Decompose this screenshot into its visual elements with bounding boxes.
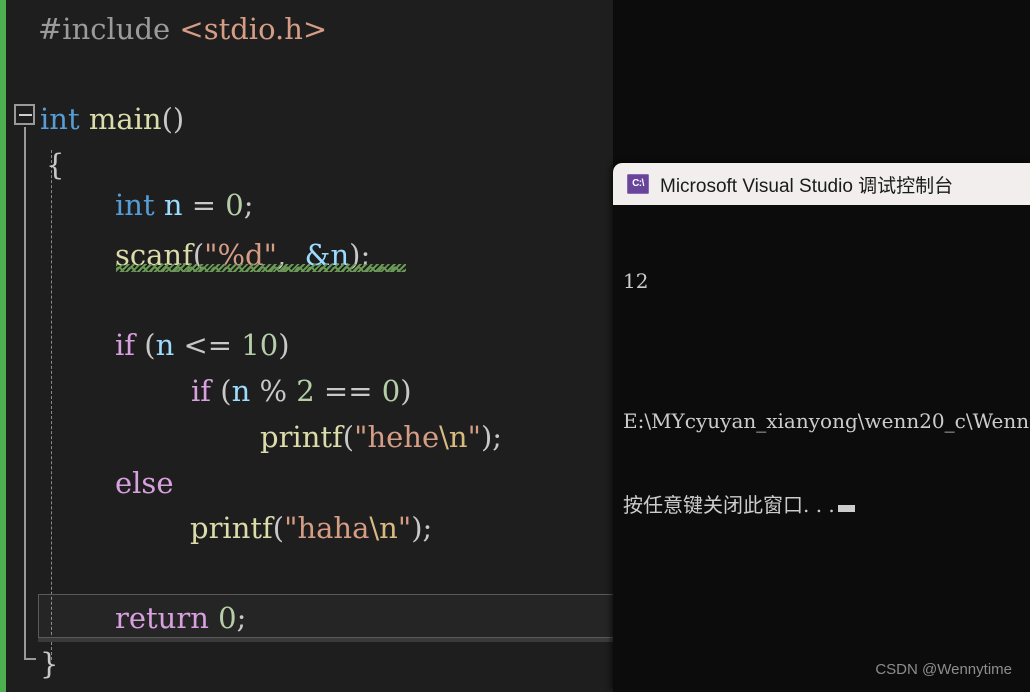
token-paren-open: ( bbox=[342, 420, 355, 454]
token-fn-printf: printf bbox=[190, 511, 273, 545]
token-num-ten: 10 bbox=[241, 328, 279, 362]
token-include-header: <stdio.h> bbox=[179, 12, 328, 46]
token-paren-close: ) bbox=[480, 420, 493, 454]
token-kw-int: int bbox=[115, 188, 155, 222]
code-line-main[interactable]: int main() bbox=[40, 96, 184, 142]
indent-guide bbox=[51, 150, 52, 660]
token-brace-open: { bbox=[46, 148, 65, 182]
token-esc-newline: \n bbox=[439, 420, 468, 454]
unsaved-changes-bar bbox=[0, 0, 6, 692]
token-paren-open: ( bbox=[272, 511, 285, 545]
debug-console-window[interactable]: C:\ Microsoft Visual Studio 调试控制台 12 E:\… bbox=[613, 163, 1030, 692]
token-fn-main: main bbox=[88, 102, 162, 136]
token-var-n: n bbox=[231, 374, 251, 408]
code-editor[interactable]: #include <stdio.h> int main() { int n = … bbox=[0, 0, 613, 692]
code-line-include[interactable]: #include <stdio.h> bbox=[38, 6, 327, 52]
token-paren-close: ) bbox=[411, 511, 423, 545]
console-prompt-text: 按任意键关闭此窗口. . . bbox=[623, 493, 835, 517]
console-titlebar[interactable]: C:\ Microsoft Visual Studio 调试控制台 bbox=[613, 163, 1030, 205]
code-line-if-outer[interactable]: if (n <= 10) bbox=[115, 322, 290, 368]
token-semicolon: ; bbox=[236, 601, 247, 635]
token-var-n: n bbox=[163, 188, 183, 222]
token-paren-close: ) bbox=[172, 102, 185, 136]
token-str-haha: "haha bbox=[284, 511, 370, 545]
token-num-zero: 0 bbox=[218, 601, 237, 635]
console-output-area[interactable]: 12 E:\MYcyuyan_xianyong\wenn20_c\Wenn2 按… bbox=[613, 205, 1030, 692]
token-esc-newline: \n bbox=[369, 511, 398, 545]
token-kw-if: if bbox=[191, 374, 212, 408]
collapse-minus-icon[interactable] bbox=[14, 104, 35, 125]
code-line-if-inner[interactable]: if (n % 2 == 0) bbox=[191, 368, 412, 414]
token-paren-open: ( bbox=[161, 102, 173, 136]
block-cursor bbox=[837, 505, 855, 512]
token-num-zero: 0 bbox=[381, 374, 401, 408]
token-semicolon: ; bbox=[492, 420, 503, 454]
token-paren-close: ) bbox=[278, 328, 290, 362]
token-op-mod: % bbox=[259, 374, 288, 408]
console-output-line: E:\MYcyuyan_xianyong\wenn20_c\Wenn2 bbox=[623, 409, 1030, 433]
token-fn-printf: printf bbox=[260, 420, 343, 454]
token-kw-int: int bbox=[40, 102, 80, 136]
token-semicolon: ; bbox=[243, 188, 254, 222]
cmd-console-icon: C:\ bbox=[627, 174, 649, 194]
token-paren-open: ( bbox=[220, 374, 232, 408]
token-kw-return: return bbox=[115, 601, 209, 635]
token-var-n: n bbox=[155, 328, 175, 362]
console-output-line: 12 bbox=[623, 269, 649, 293]
code-line-printf-haha[interactable]: printf("haha\n"); bbox=[190, 505, 432, 551]
code-line-close-brace[interactable]: } bbox=[40, 641, 58, 687]
cmd-console-icon-label: C:\ bbox=[632, 178, 644, 189]
token-brace-close: } bbox=[40, 647, 59, 681]
code-line-else[interactable]: else bbox=[115, 460, 173, 506]
token-str-quote-close: " bbox=[467, 420, 481, 454]
token-str-quote-close: " bbox=[397, 511, 412, 545]
token-op-assign: = bbox=[191, 188, 217, 222]
code-line-open-brace[interactable]: { bbox=[46, 142, 64, 188]
console-output-line-last: 按任意键关闭此窗口. . . bbox=[623, 491, 1030, 519]
token-paren-close: ) bbox=[400, 374, 412, 408]
token-include-directive: #include bbox=[38, 12, 171, 46]
error-squiggle bbox=[116, 264, 406, 272]
token-kw-if: if bbox=[115, 328, 136, 362]
console-window-title: Microsoft Visual Studio 调试控制台 bbox=[660, 175, 954, 197]
collapse-minus-glyph bbox=[19, 114, 32, 116]
token-op-eq: == bbox=[323, 374, 373, 408]
code-line-printf-hehe[interactable]: printf("hehe\n"); bbox=[260, 414, 502, 460]
code-line-return[interactable]: return 0; bbox=[115, 595, 246, 641]
token-paren-open: ( bbox=[144, 328, 156, 362]
token-op-le: <= bbox=[183, 328, 233, 362]
token-str-hehe: "hehe bbox=[354, 420, 440, 454]
code-line-declaration[interactable]: int n = 0; bbox=[115, 182, 254, 228]
csdn-watermark: CSDN @Wennytime bbox=[875, 661, 1012, 678]
token-semicolon: ; bbox=[422, 511, 433, 545]
token-num-two: 2 bbox=[296, 374, 315, 408]
token-kw-else: else bbox=[115, 466, 174, 500]
fold-region-line bbox=[24, 127, 26, 660]
token-num-zero: 0 bbox=[225, 188, 244, 222]
fold-region-foot bbox=[24, 658, 36, 660]
